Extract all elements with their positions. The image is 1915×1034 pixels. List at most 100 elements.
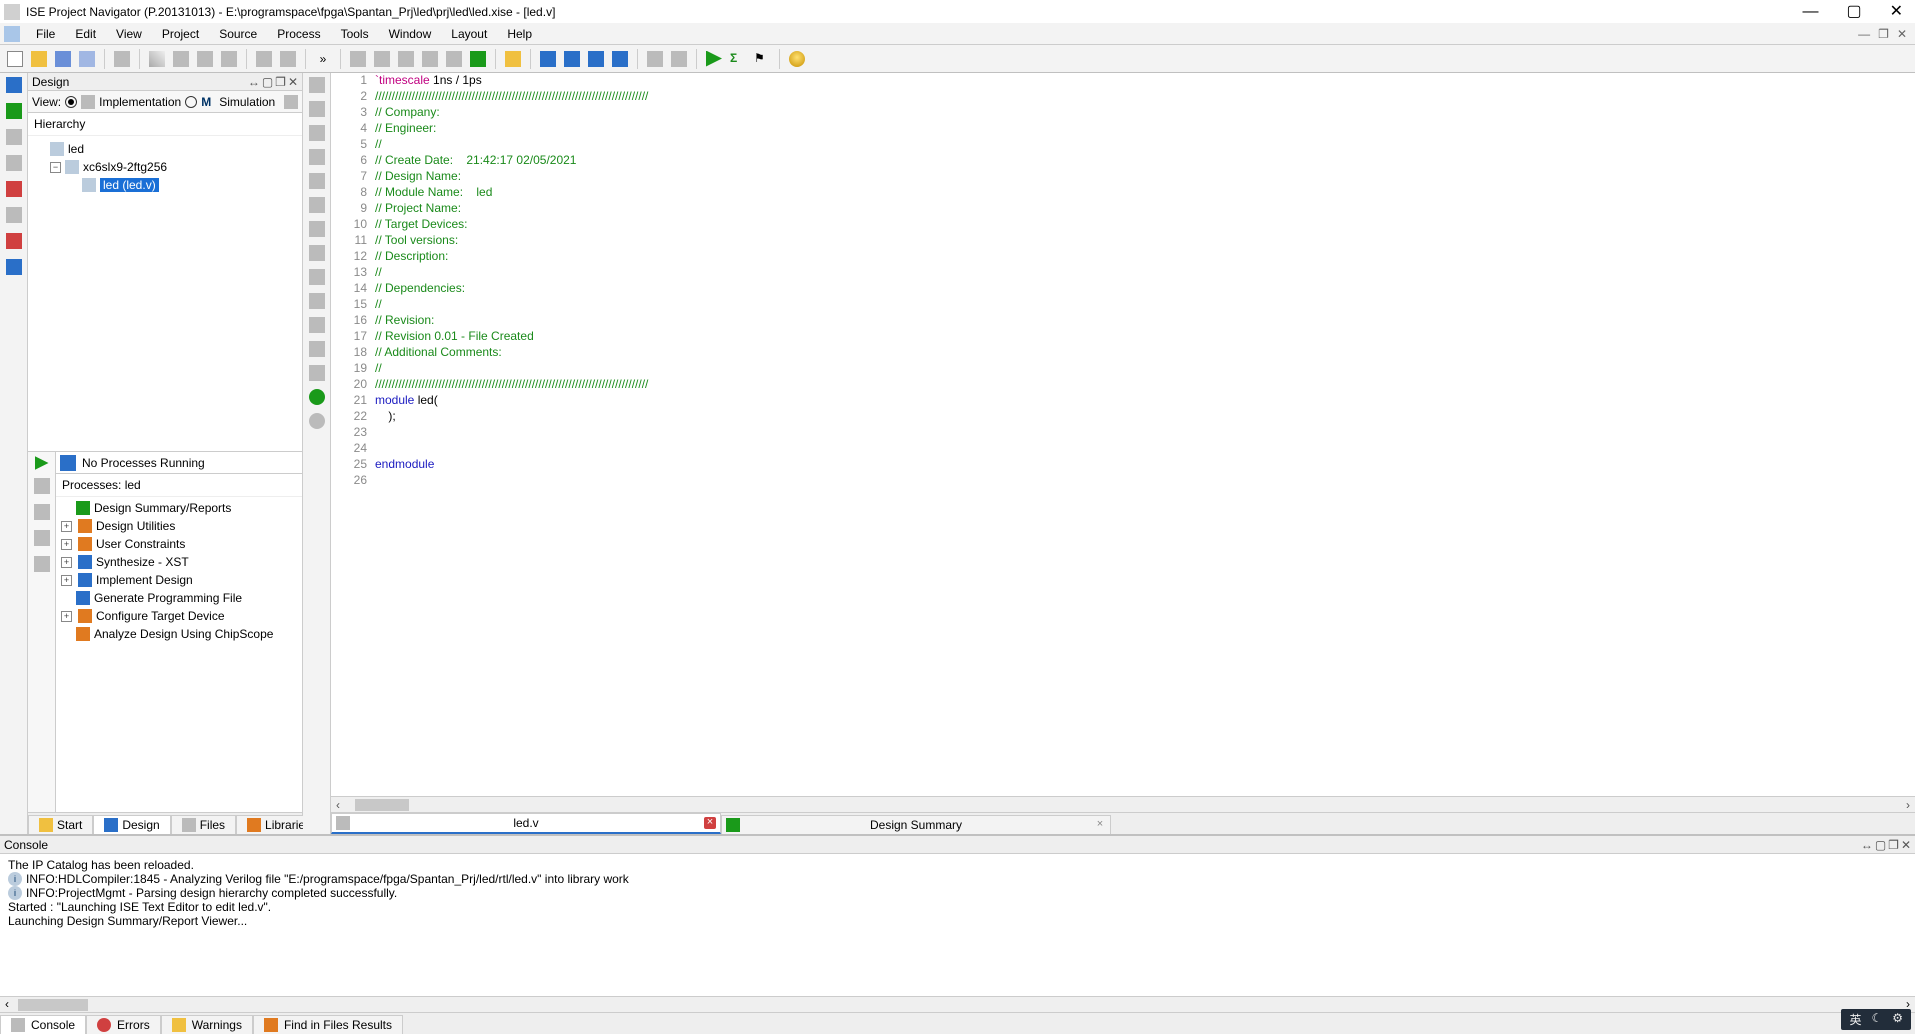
margin-icon-5[interactable] (309, 173, 325, 189)
more-button[interactable]: » (312, 48, 334, 70)
implementation-radio[interactable] (65, 96, 77, 108)
margin-icon-4[interactable] (309, 149, 325, 165)
margin-icon-1[interactable] (309, 77, 325, 93)
copy-button[interactable] (170, 48, 192, 70)
panel-undock-icon[interactable]: ↔ (248, 75, 260, 89)
editor-tab-summary[interactable]: Design Summary × (721, 815, 1111, 834)
strip-icon-1[interactable] (6, 77, 22, 93)
strip-icon-2[interactable] (6, 103, 22, 119)
process-row[interactable]: Analyze Design Using ChipScope (58, 625, 300, 643)
menu-help[interactable]: Help (497, 27, 542, 41)
ime-indicator[interactable]: 英 (1849, 1011, 1861, 1028)
proc-strip-4[interactable] (34, 556, 50, 572)
proc-strip-1[interactable] (34, 478, 50, 494)
hierarchy-root[interactable]: led (50, 140, 300, 158)
proc-strip-2[interactable] (34, 504, 50, 520)
process-row[interactable]: +Configure Target Device (58, 607, 300, 625)
child-restore-button[interactable]: ❐ (1878, 27, 1889, 41)
undo-button[interactable] (253, 48, 275, 70)
console-body[interactable]: The IP Catalog has been reloaded.iINFO:H… (0, 854, 1915, 996)
process-refresh-icon[interactable] (60, 455, 76, 471)
moon-icon[interactable]: ☾ (1871, 1011, 1882, 1028)
process-row[interactable]: Generate Programming File (58, 589, 300, 607)
margin-icon-13[interactable] (309, 365, 325, 381)
strip-icon-4[interactable] (6, 155, 22, 171)
redo-button[interactable] (277, 48, 299, 70)
print-button[interactable] (111, 48, 133, 70)
file-tab-close-icon[interactable]: × (704, 817, 716, 829)
zoomout-button[interactable] (371, 48, 393, 70)
console-max-icon[interactable]: ❐ (1888, 838, 1899, 852)
process-row[interactable]: Design Summary/Reports (58, 499, 300, 517)
tip-button[interactable] (786, 48, 808, 70)
whatsthis-button[interactable] (668, 48, 690, 70)
run-button[interactable] (703, 48, 725, 70)
highlight-button[interactable] (502, 48, 524, 70)
menu-project[interactable]: Project (152, 27, 209, 41)
menu-process[interactable]: Process (267, 27, 330, 41)
child-minimize-button[interactable]: — (1858, 27, 1870, 41)
margin-icon-9[interactable] (309, 269, 325, 285)
panel-max-icon[interactable]: ❐ (275, 75, 286, 89)
simulation-radio[interactable] (185, 96, 197, 108)
close-button[interactable]: ✕ (1890, 4, 1903, 20)
console-close-icon[interactable]: ✕ (1901, 838, 1911, 852)
hierarchy-device[interactable]: −xc6slx9-2ftg256 (50, 158, 300, 176)
strip-icon-6[interactable] (6, 207, 22, 223)
run-process-icon[interactable] (35, 456, 49, 470)
tile-v-button[interactable] (561, 48, 583, 70)
menu-source[interactable]: Source (209, 27, 267, 41)
margin-icon-8[interactable] (309, 245, 325, 261)
console-tab-warnings[interactable]: Warnings (161, 1015, 253, 1034)
delete-button[interactable] (218, 48, 240, 70)
margin-icon-11[interactable] (309, 317, 325, 333)
margin-icon-6[interactable] (309, 197, 325, 213)
tab-design[interactable]: Design (93, 815, 170, 834)
summary-tab-close-icon[interactable]: × (1094, 819, 1106, 831)
view-menu-icon[interactable] (284, 95, 298, 109)
code-view[interactable]: 1`timescale 1ns / 1ps2//////////////////… (331, 73, 1915, 796)
strip-icon-8[interactable] (6, 259, 22, 275)
process-row[interactable]: +User Constraints (58, 535, 300, 553)
cut-button[interactable] (146, 48, 168, 70)
tool-button[interactable] (644, 48, 666, 70)
editor-tab-file[interactable]: led.v × (331, 813, 721, 834)
arrange-button[interactable] (609, 48, 631, 70)
margin-back-icon[interactable] (309, 389, 325, 405)
margin-icon-3[interactable] (309, 125, 325, 141)
child-close-button[interactable]: ✕ (1897, 27, 1907, 41)
panel-close-icon[interactable]: ✕ (288, 75, 298, 89)
console-tab-find[interactable]: Find in Files Results (253, 1015, 403, 1034)
new-button[interactable] (4, 48, 26, 70)
open-button[interactable] (28, 48, 50, 70)
refresh-button[interactable] (467, 48, 489, 70)
menu-layout[interactable]: Layout (441, 27, 497, 41)
strip-icon-7[interactable] (6, 233, 22, 249)
hierarchy-file[interactable]: led (led.v) (82, 176, 300, 194)
console-tab-errors[interactable]: Errors (86, 1015, 161, 1034)
tile-h-button[interactable] (537, 48, 559, 70)
minimize-button[interactable]: — (1802, 4, 1818, 20)
zoomin-button[interactable] (347, 48, 369, 70)
margin-icon-2[interactable] (309, 101, 325, 117)
console-tab-console[interactable]: Console (0, 1015, 86, 1034)
margin-icon-12[interactable] (309, 341, 325, 357)
zoomfit-button[interactable] (395, 48, 417, 70)
save-button[interactable] (52, 48, 74, 70)
cascade-button[interactable] (585, 48, 607, 70)
proc-strip-3[interactable] (34, 530, 50, 546)
menu-edit[interactable]: Edit (65, 27, 106, 41)
menu-window[interactable]: Window (379, 27, 442, 41)
panel-float-icon[interactable]: ▢ (262, 75, 273, 89)
process-row[interactable]: +Synthesize - XST (58, 553, 300, 571)
menu-tools[interactable]: Tools (331, 27, 379, 41)
editor-hscrollbar[interactable]: ‹› (331, 796, 1915, 812)
sigma-button[interactable]: Σ (727, 48, 749, 70)
strip-icon-5[interactable] (6, 181, 22, 197)
tab-start[interactable]: Start (28, 815, 93, 834)
console-hscrollbar[interactable]: ‹ › (0, 996, 1915, 1012)
margin-fwd-icon[interactable] (309, 413, 325, 429)
zoom-button[interactable] (419, 48, 441, 70)
strip-icon-3[interactable] (6, 129, 22, 145)
menu-view[interactable]: View (106, 27, 152, 41)
